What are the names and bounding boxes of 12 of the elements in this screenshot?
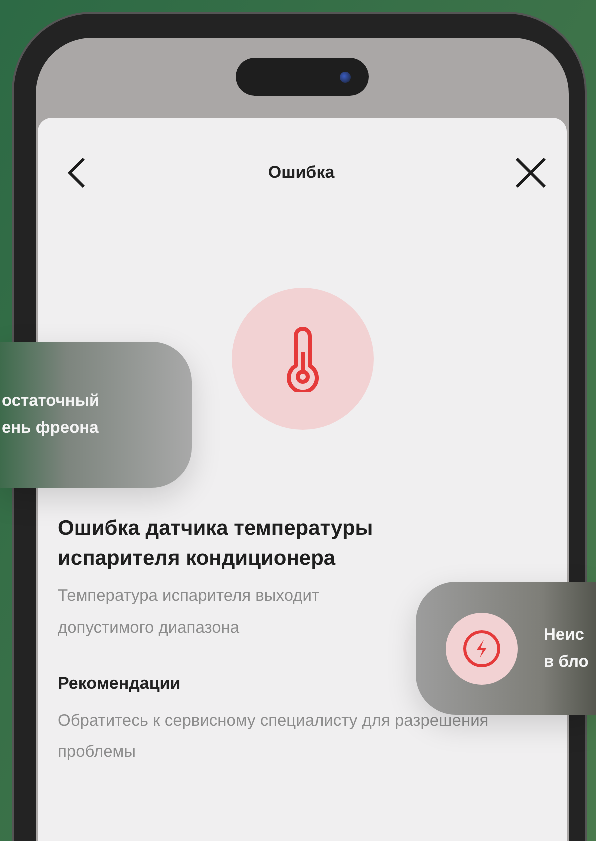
card-text: остаточный ень фреона bbox=[2, 391, 100, 439]
error-title: Ошибка датчика температуры испарителя кондиционера bbox=[58, 516, 374, 572]
thermometer-icon bbox=[284, 326, 320, 392]
lightning-icon bbox=[462, 628, 502, 668]
screen-title: Ошибка bbox=[268, 163, 335, 183]
error-description: Температура испарителя выходит допустимого диапазона bbox=[58, 586, 321, 639]
recommendations-heading: Рекомендации bbox=[58, 674, 182, 694]
close-icon[interactable] bbox=[515, 157, 547, 189]
recommendation-text: Обратитесь к сервисному специалисту для разрешения проблемы bbox=[58, 711, 490, 763]
card-text: Неис в бло bbox=[544, 624, 589, 672]
back-icon[interactable] bbox=[66, 157, 88, 189]
camera-icon bbox=[340, 72, 351, 82]
